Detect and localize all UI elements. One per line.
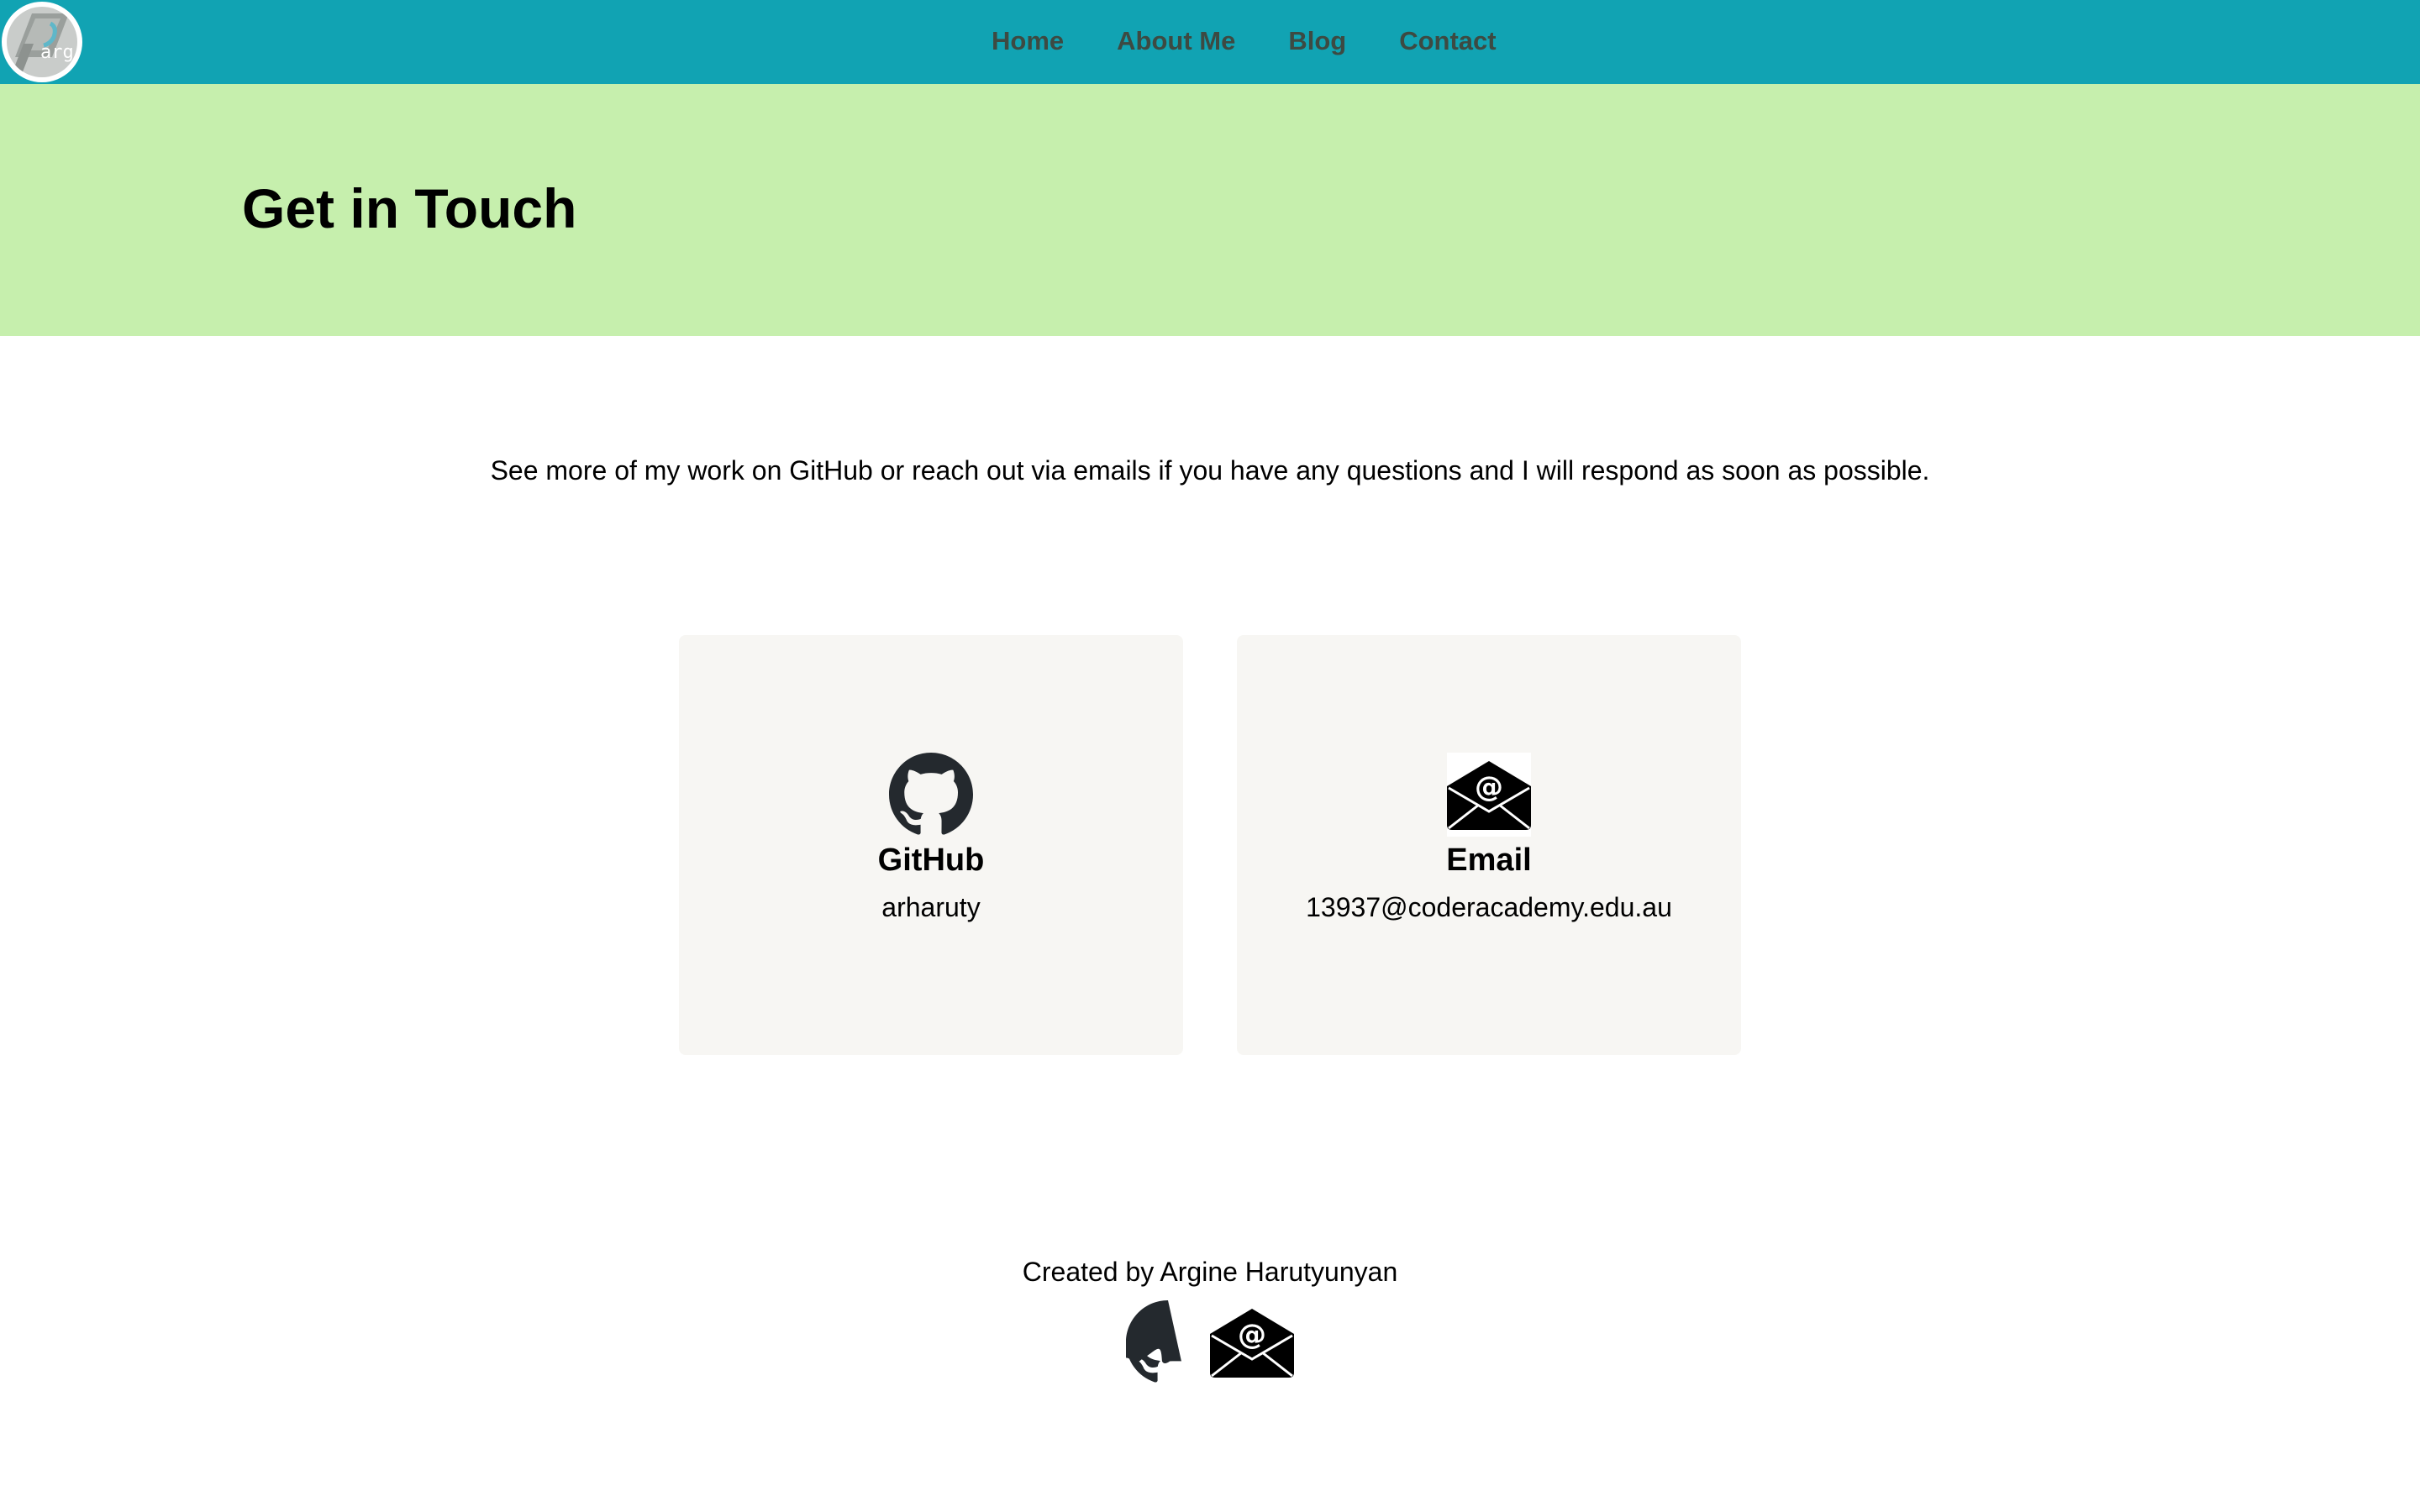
svg-text:@: @: [1475, 770, 1503, 804]
navbar: arg Home About Me Blog Contact: [0, 0, 2420, 84]
email-address[interactable]: 13937@coderacademy.edu.au: [1237, 889, 1741, 926]
main-nav: Home About Me Blog Contact: [992, 24, 1549, 59]
hero-banner: Get in Touch: [0, 84, 2420, 336]
footer-github-icon[interactable]: [1126, 1300, 1210, 1384]
logo-text: arg: [40, 42, 74, 63]
nav-link-about-me[interactable]: About Me: [1117, 24, 1235, 59]
nav-link-contact[interactable]: Contact: [1399, 24, 1496, 59]
footer-credit: Created by Argine Harutyunyan: [1022, 1257, 1398, 1287]
footer-icons: @: [1126, 1300, 1294, 1384]
svg-text:@: @: [1238, 1318, 1266, 1352]
footer-email-icon[interactable]: @: [1210, 1300, 1294, 1384]
logo-image: arg: [7, 7, 77, 77]
github-icon[interactable]: [889, 753, 973, 837]
email-card-title: Email: [1446, 843, 1532, 878]
github-username[interactable]: arharuty: [679, 889, 1183, 926]
github-card-title: GitHub: [877, 843, 985, 878]
email-icon[interactable]: @: [1447, 753, 1531, 837]
github-card[interactable]: GitHub arharuty: [679, 635, 1183, 1055]
logo[interactable]: arg: [2, 2, 82, 82]
page-title: Get in Touch: [242, 177, 577, 239]
nav-link-home[interactable]: Home: [992, 24, 1064, 59]
intro-text: See more of my work on GitHub or reach o…: [490, 455, 1930, 486]
email-card[interactable]: @ Email 13937@coderacademy.edu.au: [1237, 635, 1741, 1055]
nav-link-blog[interactable]: Blog: [1288, 24, 1346, 59]
